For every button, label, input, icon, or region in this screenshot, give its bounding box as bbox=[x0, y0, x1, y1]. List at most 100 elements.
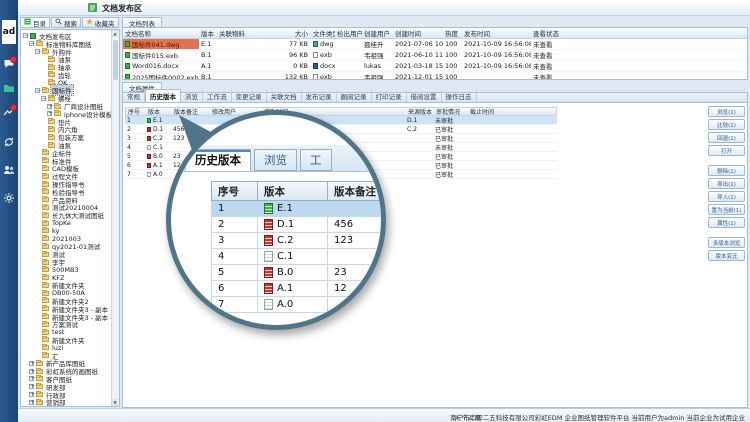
version-action-button[interactable]: 浏览(1) bbox=[708, 106, 745, 117]
collapse-icon[interactable]: − bbox=[41, 96, 46, 101]
folder-icon bbox=[42, 322, 49, 327]
version-action-button[interactable]: 比较(1) bbox=[708, 119, 745, 130]
history-column-header[interactable]: 版本备注 bbox=[172, 107, 210, 116]
doc-list-column-header[interactable]: 发布时间 bbox=[462, 28, 531, 38]
properties-tab-10[interactable]: 借阅设置 bbox=[407, 90, 442, 102]
version-action-button[interactable]: 多版本浏览 bbox=[708, 237, 745, 248]
doc-list-column-header[interactable]: 检出用户 bbox=[335, 28, 362, 38]
history-column-header[interactable]: 版本 bbox=[146, 107, 172, 116]
expand-icon[interactable]: + bbox=[47, 111, 52, 116]
tree-node[interactable]: 长九休大测试图纸 bbox=[23, 211, 119, 219]
history-column-header[interactable]: 来源版本 bbox=[406, 107, 434, 116]
tree-node[interactable]: 方案测试 bbox=[23, 320, 119, 328]
tree-node[interactable]: +研发部 bbox=[23, 383, 119, 391]
properties-tab-9[interactable]: 打印记录 bbox=[372, 90, 407, 102]
version-action-button[interactable]: 版本变迁 bbox=[708, 250, 745, 261]
doc-name-cell[interactable]: Word016.docx bbox=[123, 62, 199, 70]
version-green-icon bbox=[147, 118, 151, 123]
doc-list-column-header[interactable]: 热度 bbox=[443, 28, 462, 38]
collapse-icon[interactable]: − bbox=[29, 41, 34, 46]
version-action-button[interactable]: 回退(1) bbox=[708, 132, 745, 143]
version-action-button[interactable]: 删除(1) bbox=[708, 165, 745, 176]
history-cell: 已审批 bbox=[433, 161, 467, 170]
folder-icon bbox=[42, 283, 49, 288]
history-column-header[interactable]: 截止时间 bbox=[468, 107, 556, 116]
collapse-icon[interactable]: − bbox=[35, 88, 40, 93]
scroll-down-icon[interactable]: ▼ bbox=[112, 399, 118, 406]
properties-tab-4[interactable]: 工作流 bbox=[203, 90, 232, 102]
doc-list-column-header[interactable]: 创建时间 bbox=[393, 28, 443, 38]
expand-icon[interactable]: + bbox=[29, 369, 34, 374]
version-action-button[interactable]: 置为当前(1) bbox=[708, 204, 745, 215]
properties-tab-7[interactable]: 发布记录 bbox=[302, 90, 337, 102]
gear-icon[interactable] bbox=[3, 192, 15, 204]
version-action-button[interactable]: 导出(1) bbox=[708, 178, 745, 189]
tree-node[interactable]: 李宇 bbox=[23, 258, 119, 266]
doc-list-row[interactable]: 国标件041.dwgE.177 KBdwg聂桂升2021-07-06 10:38… bbox=[123, 39, 747, 50]
tree-node[interactable]: 齿轮 bbox=[23, 71, 119, 79]
chat-icon[interactable] bbox=[3, 58, 15, 70]
tree-node[interactable]: +客户图纸 bbox=[23, 375, 119, 383]
expand-icon[interactable]: + bbox=[29, 384, 34, 389]
properties-tab-8[interactable]: 圈阅记录 bbox=[337, 90, 372, 102]
expand-icon[interactable]: + bbox=[47, 104, 52, 109]
nav-tab-search[interactable]: 搜索 bbox=[51, 17, 81, 28]
chart-icon[interactable] bbox=[3, 106, 15, 118]
properties-tab-6[interactable]: 关联文档 bbox=[267, 90, 302, 102]
version-action-button[interactable]: 导入(1) bbox=[708, 191, 745, 202]
doc-list-row[interactable]: 国标件015.exbB.196 KBexb韦祖强2021-06-10 11:34… bbox=[123, 50, 747, 61]
properties-tab-3[interactable]: 浏览 bbox=[181, 90, 203, 102]
tree-node[interactable]: 测试 bbox=[23, 250, 119, 258]
tree-node-label: 500MB3 bbox=[51, 266, 80, 274]
doc-list-column-header[interactable]: 文件类型 bbox=[311, 28, 335, 38]
tree-node[interactable]: ky bbox=[23, 227, 119, 235]
properties-tab-1[interactable]: 常规 bbox=[123, 90, 145, 102]
expand-icon[interactable]: + bbox=[29, 392, 34, 397]
folder-icon[interactable] bbox=[3, 82, 15, 94]
tree-scrollbar[interactable]: ▲ ▼ bbox=[111, 30, 119, 406]
collapse-icon[interactable]: − bbox=[35, 49, 40, 54]
tree-node[interactable]: luzi bbox=[23, 344, 119, 352]
sync-icon[interactable] bbox=[3, 136, 15, 148]
history-column-header[interactable]: 序号 bbox=[126, 107, 146, 116]
tree-node[interactable]: +营销部 bbox=[23, 398, 119, 406]
doc-list-row[interactable]: 2025国标件0002.exbB.1132 KBexb韦祖强2021-12-01… bbox=[123, 72, 747, 80]
tree-node[interactable]: TopKe bbox=[23, 219, 119, 227]
tree-node[interactable]: +行政部 bbox=[23, 391, 119, 399]
doc-name-cell[interactable]: 国标件015.exb bbox=[123, 50, 199, 60]
properties-tab-11[interactable]: 操作日志 bbox=[442, 90, 477, 102]
doc-list-column-header[interactable]: 创建用户 bbox=[362, 28, 393, 38]
magnified-version-cell: C.2 bbox=[258, 233, 328, 248]
collapse-icon[interactable]: − bbox=[23, 33, 28, 38]
doc-list-cell: 2021-12-01 15:34:25 bbox=[393, 73, 443, 80]
expand-icon[interactable]: + bbox=[29, 376, 34, 381]
history-version: D.1 bbox=[153, 126, 163, 133]
expand-icon[interactable]: + bbox=[29, 361, 34, 366]
notification-badge bbox=[10, 56, 17, 63]
history-row[interactable]: 1E.1D.1未审批 bbox=[125, 116, 557, 125]
doc-list-column-header[interactable]: 关联物料 bbox=[217, 28, 281, 38]
version-action-button[interactable]: 属性(1) bbox=[708, 217, 745, 228]
properties-tab-2[interactable]: 历史版本 bbox=[145, 89, 181, 102]
properties-tab-5[interactable]: 变更记录 bbox=[232, 90, 267, 102]
version-action-button[interactable]: 打开 bbox=[708, 145, 745, 156]
tree-node[interactable]: 新建文件夹 bbox=[23, 282, 119, 290]
doc-name-cell[interactable]: 2025国标件0002.exb bbox=[123, 72, 199, 80]
tree-node[interactable]: 500MB3 bbox=[23, 266, 119, 274]
doc-list-column-header[interactable]: 大小 bbox=[281, 28, 311, 38]
users-icon[interactable] bbox=[3, 164, 15, 176]
doc-list-column-header[interactable]: 版本 bbox=[199, 28, 217, 38]
doc-list-column-header[interactable]: 文档名称 bbox=[123, 28, 199, 38]
scroll-up-icon[interactable]: ▲ bbox=[112, 30, 118, 37]
expand-icon[interactable]: + bbox=[29, 400, 34, 405]
tree-node[interactable]: 新建文件夹 bbox=[23, 336, 119, 344]
doc-list-row[interactable]: Word016.docxA.10 KBdocxlukas2021-03-18 1… bbox=[123, 61, 747, 72]
magnified-history-row: 3C.2123 bbox=[211, 233, 386, 249]
app-logo[interactable]: ad bbox=[2, 20, 16, 44]
doc-name-cell[interactable]: 国标件041.dwg bbox=[123, 39, 199, 49]
nav-tab-catalog[interactable]: 目录 bbox=[20, 17, 50, 28]
tree-node[interactable]: qy2021-01测试 bbox=[23, 243, 119, 251]
nav-tab-favorites[interactable]: 收藏夹 bbox=[82, 17, 119, 28]
scroll-thumb[interactable] bbox=[113, 40, 118, 80]
doc-list-column-header[interactable]: 查看状态 bbox=[531, 28, 591, 38]
